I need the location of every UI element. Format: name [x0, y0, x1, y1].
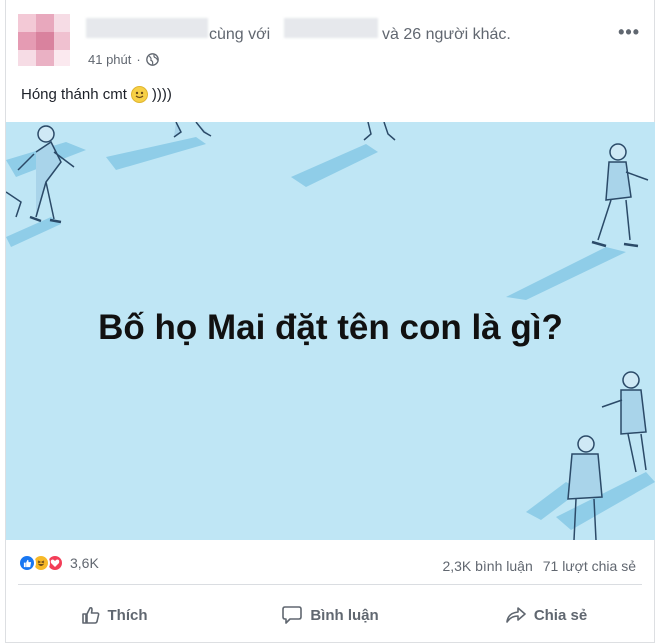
post-header: cùng với và 26 người khác. 41 phút · •••: [6, 0, 654, 80]
more-options-icon[interactable]: •••: [618, 22, 640, 43]
thumbs-up-icon: [81, 606, 99, 624]
others-link[interactable]: và 26 người khác.: [382, 26, 511, 44]
post-actions: Thích Bình luận Chia sẻ: [6, 590, 654, 640]
image-question-text: Bố họ Mai đặt tên con là gì?: [98, 308, 563, 347]
comment-label: Bình luận: [310, 606, 379, 624]
stats-divider: [18, 584, 642, 585]
post-image[interactable]: Bố họ Mai đặt tên con là gì?: [6, 122, 655, 540]
timestamp[interactable]: 41 phút: [88, 52, 131, 67]
share-button[interactable]: Chia sẻ: [438, 590, 654, 640]
post-meta: 41 phút ·: [88, 52, 159, 67]
like-button[interactable]: Thích: [6, 590, 222, 640]
globe-icon: [145, 53, 159, 66]
comment-count[interactable]: 2,3K bình luận: [442, 558, 532, 574]
reaction-count: 3,6K: [70, 555, 99, 571]
share-arrow-icon: [506, 607, 526, 623]
meta-separator: ·: [136, 52, 141, 67]
author-name-blurred[interactable]: [86, 18, 208, 38]
share-count[interactable]: 71 lượt chia sẻ: [543, 558, 636, 574]
tagged-name-blurred[interactable]: [284, 18, 378, 38]
engagement-counts: 2,3K bình luận 71 lượt chia sẻ: [442, 558, 636, 574]
comment-button[interactable]: Bình luận: [222, 590, 438, 640]
like-label: Thích: [107, 606, 148, 624]
post-caption: Hóng thánh cmt )))): [21, 86, 172, 103]
reactions-summary[interactable]: 3,6K: [18, 554, 99, 572]
like-reaction-icon: [18, 554, 36, 572]
feed-post: cùng với và 26 người khác. 41 phút · •••…: [5, 0, 655, 643]
caption-suffix: )))): [151, 86, 172, 103]
post-stats: 3,6K 2,3K bình luận 71 lượt chia sẻ: [6, 546, 654, 584]
tagged-with-text: cùng với: [209, 26, 271, 43]
smiley-emoji-icon: [130, 86, 148, 103]
caption-text: Hóng thánh cmt: [21, 86, 127, 103]
avatar[interactable]: [18, 14, 70, 66]
share-label: Chia sẻ: [533, 606, 588, 624]
comment-bubble-icon: [282, 606, 303, 624]
